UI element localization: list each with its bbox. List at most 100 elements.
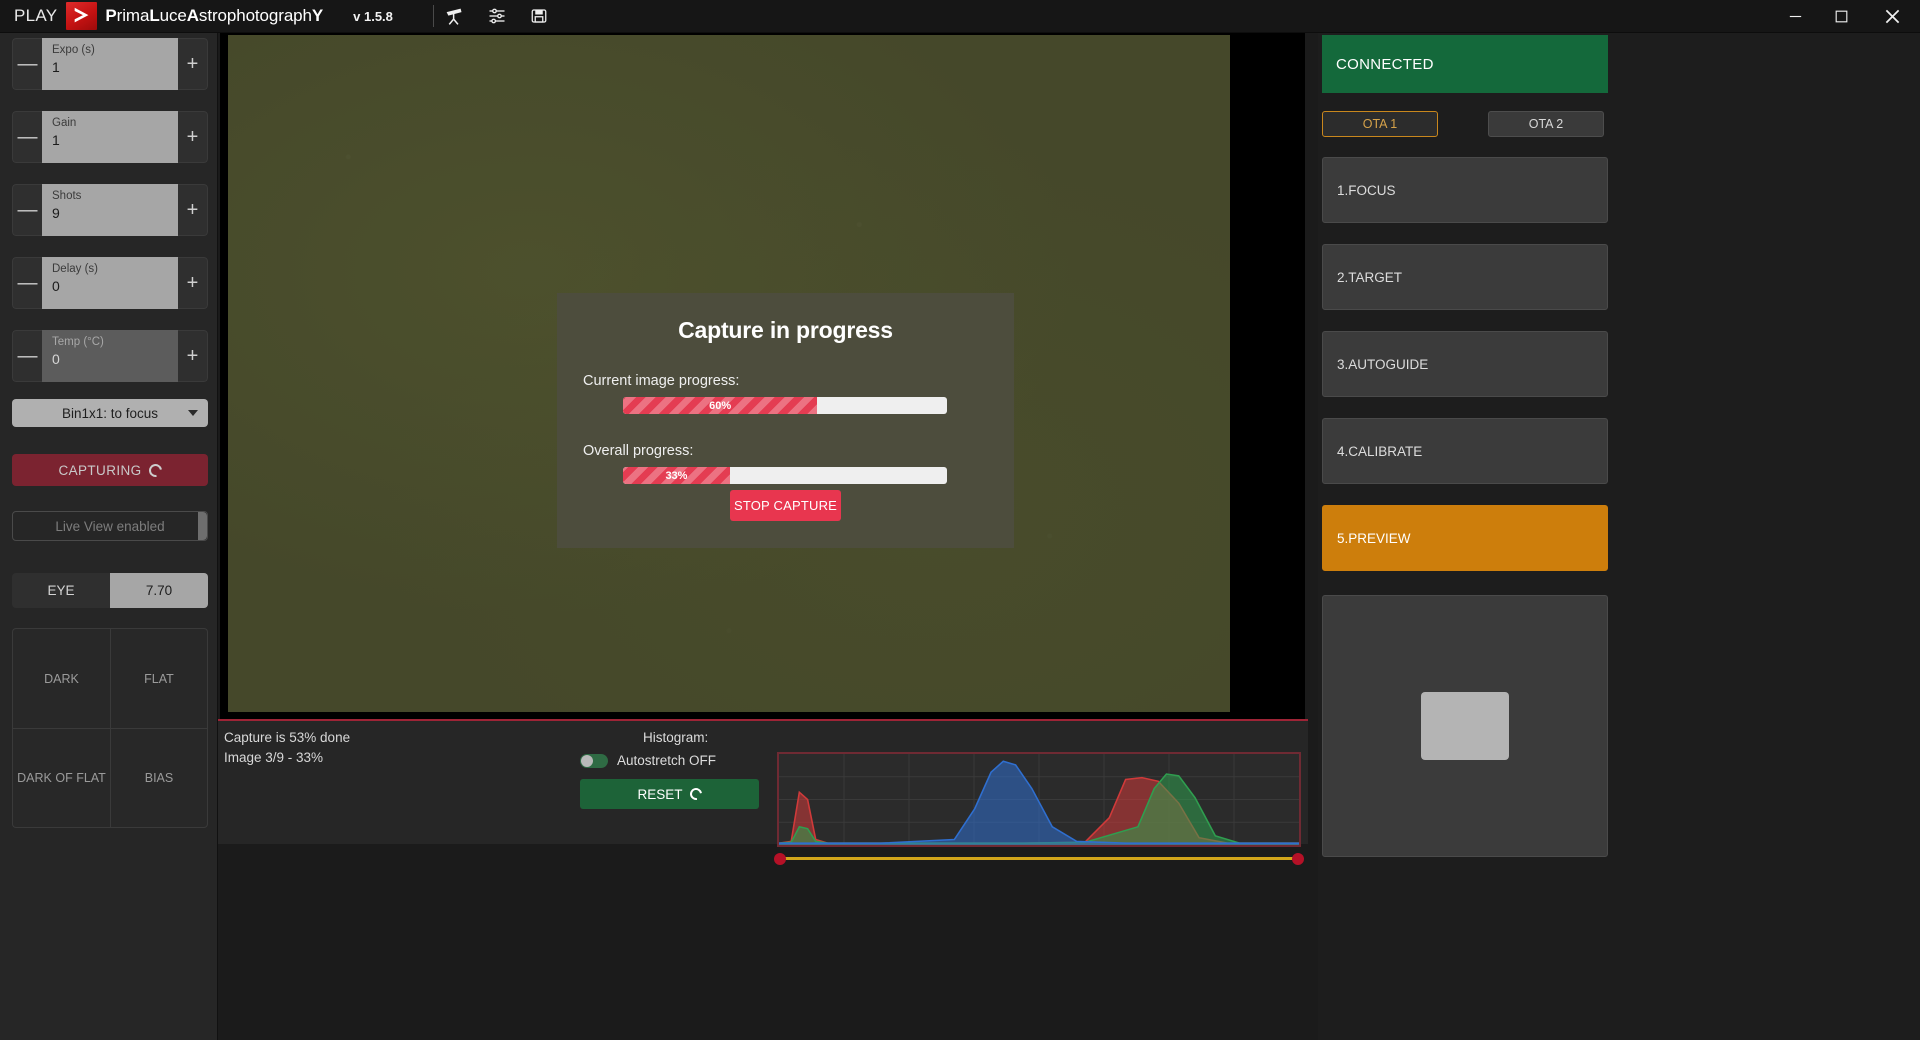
step-preview[interactable]: 5.PREVIEW — [1322, 505, 1608, 571]
expo-increment-button[interactable]: + — [178, 38, 208, 90]
step-focus[interactable]: 1.FOCUS — [1322, 157, 1608, 223]
app-title: PrimaLuceAstrophotographY — [105, 6, 324, 25]
chevron-down-icon — [188, 410, 198, 416]
workflow-sidebar: CONNECTED OTA 1 OTA 2 1.FOCUS 2.TARGET 3… — [1318, 33, 1920, 1040]
image-preview-stage[interactable]: Capture in progress Current image progre… — [220, 33, 1305, 719]
delay-increment-button[interactable]: + — [178, 257, 208, 309]
close-icon[interactable] — [1864, 0, 1920, 33]
current-progress-bar: 60% — [623, 397, 947, 414]
gain-value: 1 — [52, 132, 60, 148]
temp-decrement-button[interactable]: — — [12, 330, 42, 382]
live-view-button[interactable]: Live View enabled — [12, 511, 208, 541]
image-count-text: Image 3/9 - 33% — [224, 750, 324, 765]
window-controls — [1772, 0, 1920, 33]
step-autoguide[interactable]: 3.AUTOGUIDE — [1322, 331, 1608, 397]
gain-label: Gain — [52, 117, 77, 129]
autostretch-toggle[interactable] — [580, 753, 608, 768]
shots-value: 9 — [52, 205, 60, 221]
connection-status-badge: CONNECTED — [1322, 35, 1608, 93]
preview-thumbnail-box[interactable] — [1322, 595, 1608, 857]
save-icon[interactable] — [518, 0, 560, 33]
slider-handle-low[interactable] — [774, 853, 786, 865]
reset-button[interactable]: RESET — [580, 779, 759, 809]
sliders-icon[interactable] — [476, 0, 518, 33]
spinner-icon — [145, 460, 165, 480]
dialog-title: Capture in progress — [678, 317, 893, 343]
telescope-icon[interactable] — [434, 0, 476, 33]
stepper-temp: — Temp (°C) 0 + — [12, 330, 208, 382]
stop-capture-button[interactable]: STOP CAPTURE — [730, 490, 841, 521]
eye-value[interactable]: 7.70 — [110, 573, 208, 608]
step-calibrate[interactable]: 4.CALIBRATE — [1322, 418, 1608, 484]
current-progress-label: Current image progress: — [583, 373, 740, 389]
step-target[interactable]: 2.TARGET — [1322, 244, 1608, 310]
shots-label: Shots — [52, 190, 82, 202]
expo-field[interactable]: Expo (s) 1 — [42, 38, 178, 90]
stepper-expo: — Expo (s) 1 + — [12, 38, 208, 90]
stepper-delay: — Delay (s) 0 + — [12, 257, 208, 309]
app-version: v 1.5.8 — [353, 8, 393, 24]
shots-field[interactable]: Shots 9 — [42, 184, 178, 236]
stepper-shots: — Shots 9 + — [12, 184, 208, 236]
camera-controls-sidebar: — Expo (s) 1 + — Gain 1 + — Shots 9 + — — [0, 33, 218, 1040]
status-bar: Capture is 53% done Image 3/9 - 33% Hist… — [218, 719, 1308, 865]
overall-progress-label: Overall progress: — [583, 443, 694, 459]
expo-decrement-button[interactable]: — — [12, 38, 42, 90]
binning-select[interactable]: Bin1x1: to focus — [12, 399, 208, 427]
current-progress-fill: 60% — [623, 397, 818, 414]
shots-increment-button[interactable]: + — [178, 184, 208, 236]
capture-button-label: CAPTURING — [58, 462, 142, 478]
binning-select-label: Bin1x1: to focus — [61, 405, 159, 421]
live-view-label: Live View enabled — [55, 518, 165, 534]
autostretch-label: Autostretch OFF — [617, 753, 717, 768]
ota-1-tab[interactable]: OTA 1 — [1322, 111, 1438, 137]
temp-increment-button[interactable]: + — [178, 330, 208, 382]
center-area: Capture in progress Current image progre… — [218, 33, 1318, 1040]
temp-field: Temp (°C) 0 — [42, 330, 178, 382]
dark-of-flat-button[interactable]: DARK OF FLAT — [12, 728, 110, 828]
live-view-indicator — [198, 512, 207, 540]
histogram-range-slider[interactable] — [774, 853, 1304, 865]
delay-label: Delay (s) — [52, 263, 99, 275]
histogram-svg — [779, 754, 1299, 845]
reset-button-label: RESET — [637, 786, 683, 802]
play-label: PLAY — [14, 6, 58, 25]
delay-value: 0 — [52, 278, 60, 294]
expo-label: Expo (s) — [52, 44, 95, 56]
overall-progress-fill: 33% — [623, 467, 730, 484]
slider-handle-high[interactable] — [1292, 853, 1304, 865]
shots-decrement-button[interactable]: — — [12, 184, 42, 236]
calibration-frames-grid: DARK FLAT DARK OF FLAT BIAS — [12, 628, 208, 828]
eye-row: EYE 7.70 — [12, 573, 208, 608]
capture-button[interactable]: CAPTURING — [12, 454, 208, 486]
minimize-icon[interactable] — [1772, 0, 1818, 33]
capture-status-text: Capture is 53% done — [224, 730, 351, 745]
title-bar: PLAY PrimaLuceAstrophotographY v 1.5.8 — [0, 0, 1920, 33]
delay-decrement-button[interactable]: — — [12, 257, 42, 309]
bias-button[interactable]: BIAS — [110, 728, 208, 828]
eye-label[interactable]: EYE — [12, 573, 110, 608]
primaluce-logo-icon — [66, 2, 98, 30]
autostretch-row: Autostretch OFF — [580, 753, 716, 768]
flat-button[interactable]: FLAT — [110, 628, 208, 728]
maximize-icon[interactable] — [1818, 0, 1864, 33]
toggle-knob — [581, 754, 593, 767]
temp-label: Temp (°C) — [52, 336, 104, 348]
expo-value: 1 — [52, 59, 60, 75]
ota-2-tab[interactable]: OTA 2 — [1488, 111, 1604, 137]
gain-increment-button[interactable]: + — [178, 111, 208, 163]
histogram-chart — [777, 752, 1301, 847]
preview-thumbnail — [1421, 692, 1509, 760]
refresh-icon — [687, 785, 704, 803]
slider-track — [782, 857, 1296, 860]
stepper-gain: — Gain 1 + — [12, 111, 208, 163]
gain-field[interactable]: Gain 1 — [42, 111, 178, 163]
temp-value: 0 — [52, 351, 60, 367]
capture-progress-dialog: Capture in progress Current image progre… — [557, 293, 1014, 548]
gain-decrement-button[interactable]: — — [12, 111, 42, 163]
histogram-label: Histogram: — [643, 730, 709, 745]
delay-field[interactable]: Delay (s) 0 — [42, 257, 178, 309]
application-window: PLAY PrimaLuceAstrophotographY v 1.5.8 —… — [0, 0, 1920, 1040]
dark-button[interactable]: DARK — [12, 628, 110, 728]
overall-progress-bar: 33% — [623, 467, 947, 484]
